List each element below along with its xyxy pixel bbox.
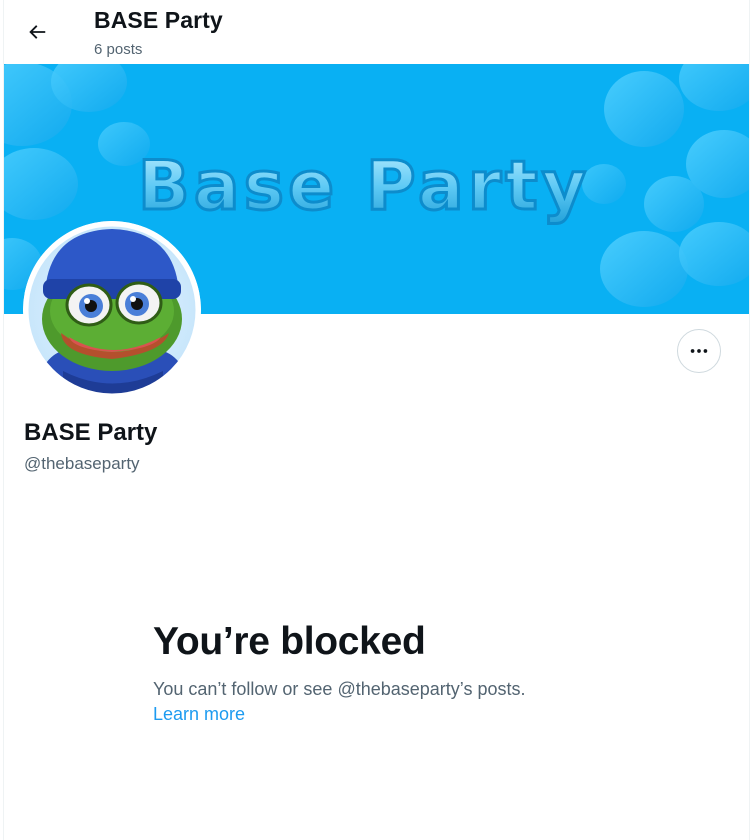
back-button[interactable] [18, 13, 56, 51]
avatar[interactable] [23, 221, 201, 399]
header-post-count: 6 posts [94, 41, 143, 58]
profile-display-name: BASE Party [24, 419, 158, 446]
banner-title: Base Party [138, 147, 590, 226]
pepe-frog-avatar [23, 221, 201, 399]
header-title: BASE Party [94, 7, 223, 33]
blocked-message: You can’t follow or see @thebaseparty’s … [153, 679, 526, 699]
arrow-left-icon [29, 25, 46, 39]
learn-more-link[interactable]: Learn more [153, 704, 245, 725]
blocked-title: You’re blocked [153, 620, 426, 663]
more-options-button[interactable] [677, 329, 721, 373]
more-horizontal-icon [690, 349, 708, 353]
profile-header-bar: BASE Party 6 posts [4, 0, 749, 64]
profile-handle: @thebaseparty [24, 454, 140, 473]
